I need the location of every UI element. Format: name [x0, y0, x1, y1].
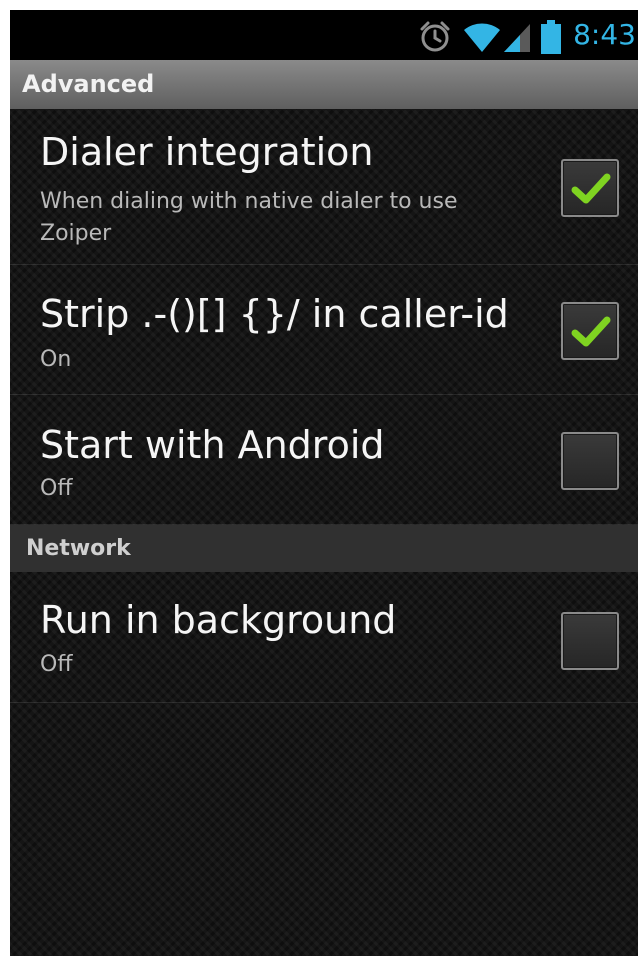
- pref-title: Strip .-()[] {}/ in caller-id: [40, 292, 509, 336]
- wifi-icon: [462, 18, 502, 58]
- check-icon: [571, 316, 611, 347]
- pref-summary: When dialing with native dialer to use Z…: [40, 189, 458, 246]
- pref-summary: On: [40, 347, 72, 372]
- battery-icon: [541, 20, 561, 58]
- run-in-background-checkbox[interactable]: [561, 612, 619, 670]
- empty-list-area: [10, 703, 638, 956]
- check-icon: [571, 173, 611, 204]
- pref-dialer-integration[interactable]: Dialer integration When dialing with nat…: [10, 109, 638, 265]
- pref-summary: Off: [40, 476, 73, 501]
- pref-title: Run in background: [40, 598, 397, 642]
- dialer-integration-checkbox[interactable]: [561, 159, 619, 217]
- section-header-advanced: Advanced: [10, 60, 638, 109]
- pref-title: Start with Android: [40, 423, 385, 467]
- pref-summary: Off: [40, 652, 73, 677]
- pref-start-with-android[interactable]: Start with Android Off: [10, 395, 638, 525]
- start-with-android-checkbox[interactable]: [561, 432, 619, 490]
- android-screen: 8:43 Advanced Dialer integration When di…: [10, 10, 638, 956]
- clock-time: 8:43: [573, 18, 636, 51]
- strip-caller-id-checkbox[interactable]: [561, 302, 619, 360]
- signal-icon: [502, 22, 532, 58]
- section-header-network: Network: [10, 525, 638, 572]
- status-bar: 8:43: [10, 10, 638, 60]
- pref-strip-caller-id[interactable]: Strip .-()[] {}/ in caller-id On: [10, 265, 638, 395]
- pref-run-in-background[interactable]: Run in background Off: [10, 572, 638, 703]
- alarm-icon: [418, 20, 452, 58]
- pref-title: Dialer integration: [40, 130, 374, 174]
